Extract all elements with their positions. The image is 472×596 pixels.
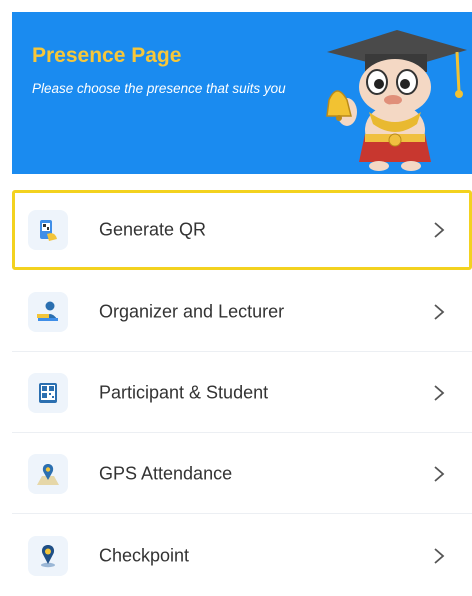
page-title: Presence Page [32, 44, 182, 67]
menu-item-generate-qr[interactable]: Generate QR [12, 190, 472, 270]
chevron-right-icon [434, 222, 445, 238]
menu-item-participant-student[interactable]: Participant & Student [12, 353, 472, 433]
menu-item-label: GPS Attendance [99, 463, 233, 483]
header-banner: Presence Page Please choose the presence… [12, 12, 472, 174]
qr-code-icon [28, 373, 68, 413]
menu-item-checkpoint[interactable]: Checkpoint [12, 516, 472, 596]
mascot-illustration [326, 30, 467, 171]
location-pin-icon [28, 536, 68, 576]
map-pin-icon [28, 454, 68, 494]
chevron-right-icon [434, 384, 445, 401]
chevron-right-icon [434, 465, 445, 482]
page-subtitle: Please choose the presence that suits yo… [32, 81, 286, 96]
menu-item-gps-attendance[interactable]: GPS Attendance [12, 434, 472, 514]
menu-item-label: Checkpoint [99, 545, 190, 566]
chevron-right-icon [434, 303, 445, 320]
menu-item-label: Organizer and Lecturer [99, 301, 285, 321]
qr-phone-icon [28, 210, 68, 250]
chevron-right-icon [434, 548, 445, 564]
menu-item-label: Participant & Student [99, 382, 269, 402]
menu-item-organizer-lecturer[interactable]: Organizer and Lecturer [12, 272, 472, 352]
menu-item-label: Generate QR [99, 219, 207, 240]
lecturer-icon [28, 292, 68, 332]
